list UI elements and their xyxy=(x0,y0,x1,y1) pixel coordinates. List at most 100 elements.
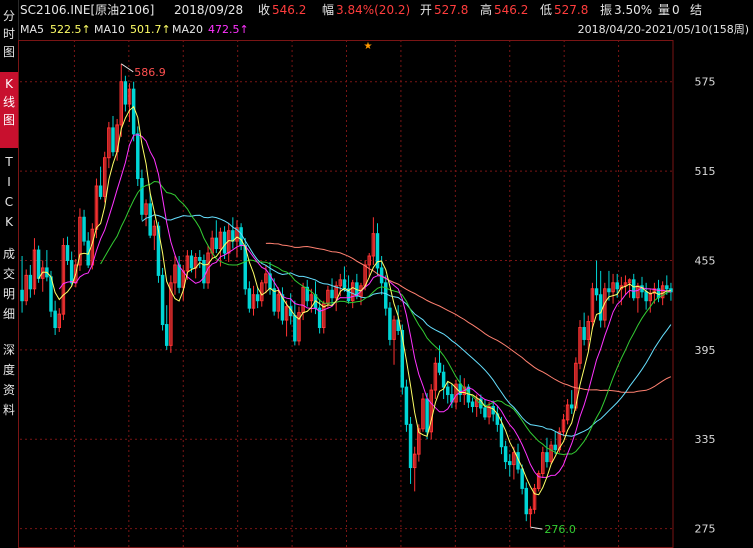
change-label: 幅 xyxy=(322,3,335,17)
y-tick-label: 335 xyxy=(695,433,716,446)
candle-body xyxy=(499,423,504,448)
candle-body xyxy=(198,257,202,261)
change-value: 3.84%(20.2) xyxy=(336,3,411,17)
side-tab-char: 交 xyxy=(2,267,15,281)
candle-body xyxy=(189,255,194,269)
y-tick-label: 395 xyxy=(695,344,716,357)
candle-body xyxy=(111,127,115,153)
candle-body xyxy=(65,245,70,261)
candle-body xyxy=(222,231,227,254)
candle-body xyxy=(202,259,206,284)
candle-body xyxy=(545,452,549,463)
candle-body xyxy=(136,133,140,180)
high-annotation: 586.9 xyxy=(134,66,166,79)
candle-body xyxy=(582,327,586,340)
low-label: 低 xyxy=(540,3,553,17)
candle-body xyxy=(98,185,103,197)
candle-body xyxy=(404,386,409,425)
candle-body xyxy=(140,178,144,215)
candle-body xyxy=(53,310,57,329)
candle-body xyxy=(446,386,450,396)
open-value: 527.8 xyxy=(434,3,469,17)
low-value: 527.8 xyxy=(554,3,589,17)
candle-body xyxy=(330,289,334,299)
ma5-value: 522.5↑ xyxy=(50,23,91,36)
candle-body xyxy=(82,216,86,242)
ma10-value: 501.7↑ xyxy=(130,23,171,36)
side-tab-char: C xyxy=(4,195,14,209)
candle-body xyxy=(214,237,219,250)
side-tab-2[interactable]: TICK xyxy=(0,150,18,238)
candle-body xyxy=(520,468,524,489)
candle-body xyxy=(437,362,442,373)
side-tab-char: 成 xyxy=(2,247,15,261)
candle-body xyxy=(665,285,669,290)
candle-body xyxy=(470,401,475,407)
close-value: 546.2 xyxy=(272,3,307,17)
date-range-selector[interactable]: 2018/04/20-2021/05/10(158周) xyxy=(578,20,753,40)
side-tab-char: 图 xyxy=(2,113,15,127)
high-value: 546.2 xyxy=(494,3,529,17)
amplitude-label: 振 xyxy=(600,3,613,17)
candle-body xyxy=(524,487,529,515)
ma20-label: MA20 xyxy=(172,23,204,36)
candle-body xyxy=(570,404,574,409)
candle-body xyxy=(388,307,392,340)
bar-date: 2018/09/28 xyxy=(174,3,244,17)
side-tab-1[interactable]: K线图 xyxy=(0,72,18,148)
y-tick-label: 455 xyxy=(695,254,716,267)
side-tab-3[interactable]: 成交明细 xyxy=(0,242,18,330)
side-tab-char: T xyxy=(5,155,13,169)
candle-body xyxy=(255,294,260,302)
candle-body xyxy=(123,81,128,105)
candle-body xyxy=(408,423,413,469)
candle-body xyxy=(272,288,276,312)
ma20-value: 472.5↑ xyxy=(208,23,249,36)
side-tab-char: 图 xyxy=(2,45,15,59)
side-tab-0[interactable]: 分时图 xyxy=(0,4,18,64)
candlestick-chart[interactable]: 575 515 455 395 335 275 586.9 276.0 ★ xyxy=(18,40,753,548)
candle-body xyxy=(607,288,611,293)
high-marker-line xyxy=(120,63,134,73)
plot-border xyxy=(18,40,674,548)
candle-body xyxy=(425,398,429,433)
candle-body xyxy=(28,274,33,290)
symbol-name: SC2106.INE[原油2106] xyxy=(20,3,155,17)
ma60-line xyxy=(265,242,672,393)
side-tab-char: 明 xyxy=(2,287,15,301)
candle-body xyxy=(342,279,347,290)
side-tab-char: I xyxy=(7,175,11,189)
y-tick-label: 515 xyxy=(695,165,716,178)
candle-body xyxy=(36,249,41,279)
quote-header: SC2106.INE[原油2106] 2018/09/28 收 546.2 幅 3.84%… xyxy=(20,0,753,20)
candle-body xyxy=(615,282,619,290)
ma5-label: MA5 xyxy=(20,23,45,36)
candle-body xyxy=(293,315,297,342)
open-label: 开 xyxy=(420,3,433,17)
side-tab-char: 料 xyxy=(2,403,15,417)
side-tab-char: 度 xyxy=(2,363,15,377)
candle-body xyxy=(508,461,512,466)
side-tab-char: 细 xyxy=(2,307,15,321)
side-tab-4[interactable]: 深度资料 xyxy=(0,338,18,426)
side-tab-char: 分 xyxy=(2,9,15,23)
amplitude-value: 3.50% xyxy=(614,3,653,17)
candle-body xyxy=(441,371,446,388)
close-label: 收 xyxy=(258,3,271,17)
side-tab-char: K xyxy=(5,215,13,229)
candle-body xyxy=(69,259,74,284)
low-annotation: 276.0 xyxy=(544,523,576,536)
ma5-line xyxy=(38,105,671,496)
y-tick-label: 575 xyxy=(695,76,716,89)
settle-label: 结 xyxy=(690,3,703,17)
candle-body xyxy=(384,282,388,309)
side-nav: 分时图K线图TICK成交明细深度资料 xyxy=(0,0,19,548)
side-tab-char: K xyxy=(5,77,13,91)
side-tab-char: 线 xyxy=(2,95,15,109)
side-tab-char: 深 xyxy=(2,343,15,357)
candle-body xyxy=(503,446,508,463)
candle-body xyxy=(553,444,557,451)
ma10-line xyxy=(58,134,672,478)
candle-body xyxy=(247,288,252,309)
volume-value: 0 xyxy=(672,3,680,17)
